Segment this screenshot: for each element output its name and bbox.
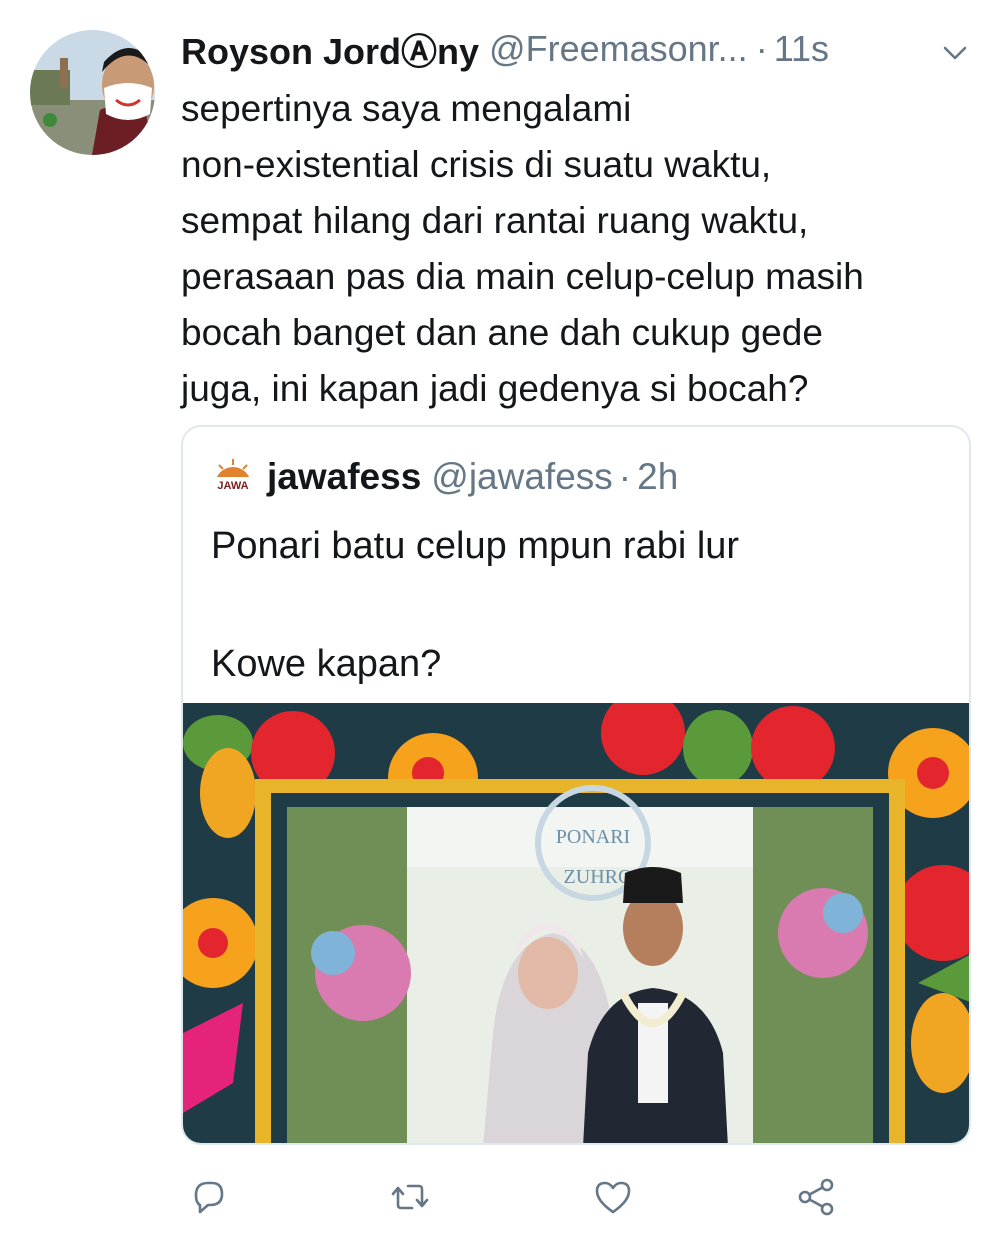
tweet-action-bar <box>0 1165 1000 1225</box>
wedding-photo: PONARI ZUHRO <box>287 785 873 1143</box>
like-icon[interactable] <box>591 1175 635 1219</box>
share-icon[interactable] <box>795 1175 839 1219</box>
wedding-sign-line2: ZUHRO <box>564 866 633 888</box>
chevron-down-icon[interactable] <box>940 35 970 77</box>
quoted-separator-dot: · <box>618 456 632 497</box>
tweet-header: Royson JordⒶny @Freemasonr... · 11s <box>181 25 970 73</box>
quoted-tweet-header: JAWA jawafess @jawafess · 2h <box>211 455 678 499</box>
author-handle[interactable]: @Freemasonr... <box>489 28 748 70</box>
tweet-text: sepertinya saya mengalami non-existentia… <box>181 88 864 409</box>
separator-dot: · <box>755 28 768 69</box>
tweet-time[interactable]: 11s <box>774 28 829 70</box>
quoted-author-name[interactable]: jawafess <box>267 456 421 498</box>
jawafess-logo-icon: JAWA <box>211 455 255 499</box>
quoted-author-handle[interactable]: @jawafess <box>431 456 613 498</box>
quoted-tweet-text: Ponari batu celup mpun rabi lur Kowe kap… <box>211 525 740 685</box>
quoted-tweet-image[interactable]: PONARI ZUHRO <box>183 691 969 1143</box>
author-avatar[interactable] <box>30 30 155 155</box>
wedding-sign-line1: PONARI <box>556 826 630 848</box>
reply-icon[interactable] <box>186 1175 230 1219</box>
author-name[interactable]: Royson JordⒶny <box>181 23 479 75</box>
quoted-tweet[interactable]: JAWA jawafess @jawafess · 2h Ponari batu… <box>181 425 971 1145</box>
retweet-icon[interactable] <box>388 1175 432 1219</box>
quoted-tweet-time[interactable]: 2h <box>637 456 678 498</box>
jawafess-logo-text: JAWA <box>217 480 248 492</box>
